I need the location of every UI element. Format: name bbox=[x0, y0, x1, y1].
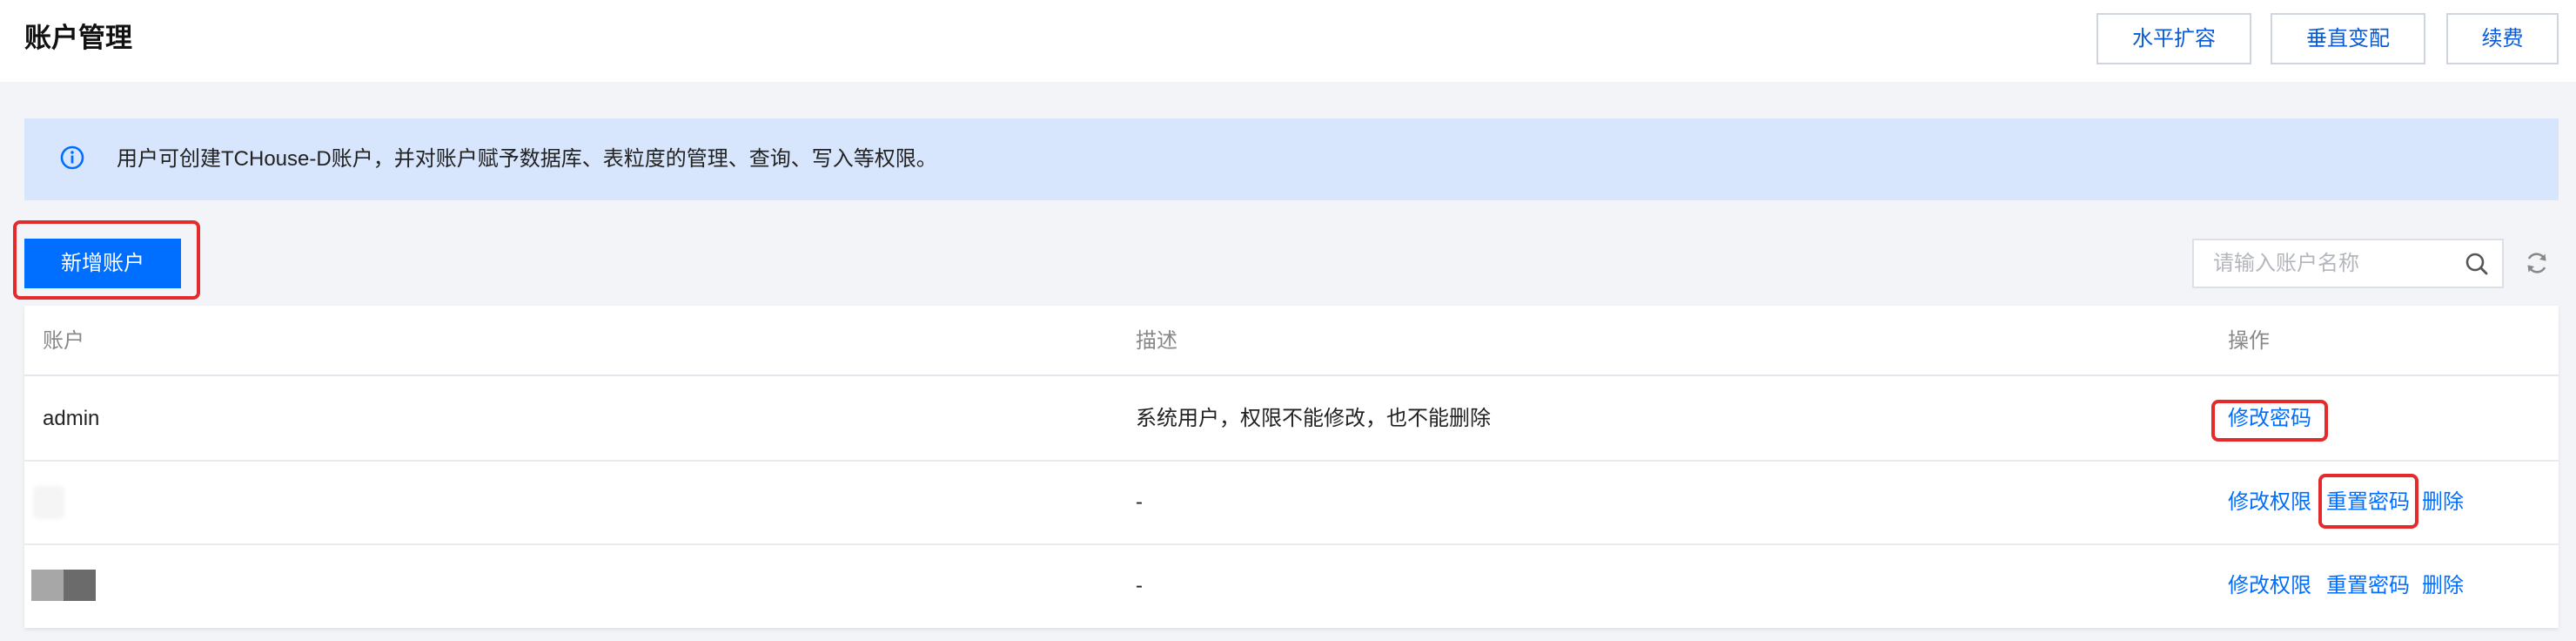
info-banner-text: 用户可创建TCHouse-D账户，并对账户赋予数据库、表粒度的管理、查询、写入等… bbox=[117, 147, 937, 171]
table-row: - 修改权限 重置密码 删除 bbox=[24, 462, 2559, 545]
page-title: 账户管理 bbox=[24, 23, 132, 53]
page-header: 账户管理 水平扩容 垂直变配 续费 bbox=[0, 0, 2576, 82]
info-icon bbox=[60, 145, 84, 170]
add-account-button[interactable]: 新增账户 bbox=[24, 239, 181, 288]
search-icon[interactable] bbox=[2464, 251, 2490, 277]
account-description: - bbox=[1136, 490, 1143, 514]
scale-out-button[interactable]: 水平扩容 bbox=[2096, 13, 2251, 64]
modify-permissions-link[interactable]: 修改权限 bbox=[2228, 462, 2311, 543]
column-header-account: 账户 bbox=[43, 329, 84, 353]
column-header-description: 描述 bbox=[1136, 329, 1177, 353]
reset-password-link[interactable]: 重置密码 bbox=[2326, 462, 2410, 543]
account-description: 系统用户，权限不能修改，也不能删除 bbox=[1136, 407, 1491, 430]
accounts-table: 账户 描述 操作 admin 系统用户，权限不能修改，也不能删除 修改密码 - … bbox=[24, 306, 2559, 628]
account-search bbox=[2192, 239, 2504, 288]
search-input[interactable] bbox=[2194, 240, 2474, 287]
account-name: admin bbox=[43, 407, 100, 430]
reset-password-link[interactable]: 重置密码 bbox=[2326, 545, 2410, 627]
account-description: - bbox=[1136, 574, 1143, 597]
redacted-account-name bbox=[31, 570, 64, 601]
delete-link[interactable]: 删除 bbox=[2422, 545, 2464, 627]
table-header: 账户 描述 操作 bbox=[24, 306, 2559, 376]
column-header-actions: 操作 bbox=[2228, 329, 2270, 353]
delete-link[interactable]: 删除 bbox=[2422, 462, 2464, 543]
change-password-link[interactable]: 修改密码 bbox=[2228, 378, 2311, 460]
redacted-account-name bbox=[33, 486, 64, 519]
table-row: - 修改权限 重置密码 删除 bbox=[24, 545, 2559, 628]
scale-up-button[interactable]: 垂直变配 bbox=[2271, 13, 2425, 64]
info-banner: 用户可创建TCHouse-D账户，并对账户赋予数据库、表粒度的管理、查询、写入等… bbox=[24, 118, 2559, 200]
refresh-icon[interactable] bbox=[2524, 250, 2550, 276]
redacted-account-name bbox=[64, 570, 96, 601]
table-row: admin 系统用户，权限不能修改，也不能删除 修改密码 bbox=[24, 378, 2559, 462]
modify-permissions-link[interactable]: 修改权限 bbox=[2228, 545, 2311, 627]
renew-button[interactable]: 续费 bbox=[2446, 13, 2559, 64]
